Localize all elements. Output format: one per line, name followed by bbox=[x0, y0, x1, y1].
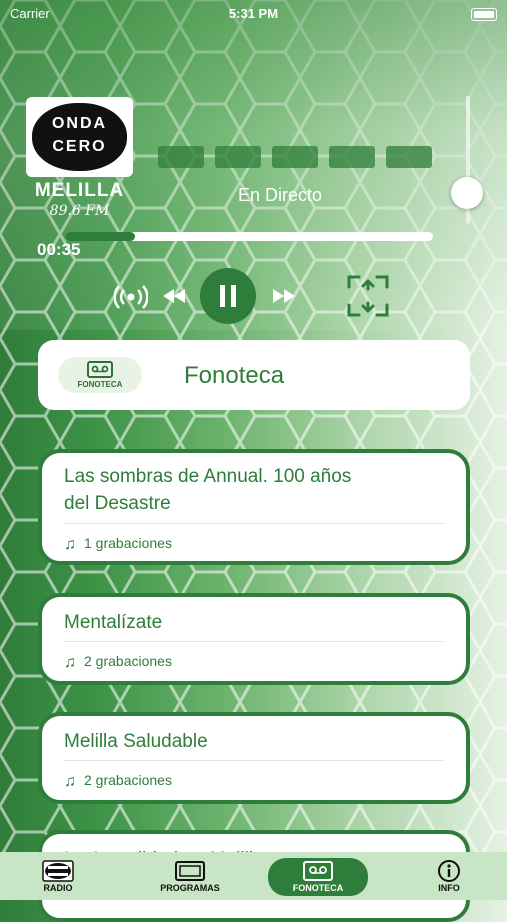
tab-label: PROGRAMAS bbox=[160, 883, 220, 893]
forward-icon[interactable] bbox=[272, 286, 296, 306]
playlist-icon: ♫ bbox=[64, 654, 76, 671]
tab-programas[interactable]: PROGRAMAS bbox=[140, 858, 240, 896]
card-count: ♫ 1 grabaciones bbox=[64, 535, 172, 554]
logo-text-top: ONDA bbox=[51, 115, 108, 132]
card-count-text: 2 grabaciones bbox=[84, 653, 172, 669]
tab-label: FONOTECA bbox=[292, 883, 344, 893]
card-count-text: 1 grabaciones bbox=[84, 535, 172, 551]
pause-button[interactable] bbox=[200, 268, 256, 324]
equalizer-bar bbox=[272, 146, 318, 168]
tab-fonoteca[interactable]: FONOTECA bbox=[268, 858, 368, 896]
card-title: Mentalízate bbox=[64, 612, 163, 633]
equalizer-bar bbox=[329, 146, 375, 168]
battery-icon bbox=[471, 8, 497, 21]
card-title-line: Las sombras de Annual. 100 años bbox=[64, 466, 352, 487]
logo-text-bottom: CERO bbox=[52, 138, 107, 155]
fonoteca-pill-label: FONOTECA bbox=[77, 380, 123, 389]
section-title: Fonoteca bbox=[184, 362, 285, 389]
card-title-line: del Desastre bbox=[64, 493, 171, 514]
card-title: Las sombras de Annual. 100 años del Desa… bbox=[64, 463, 351, 517]
tab-label: RADIO bbox=[43, 883, 73, 893]
station-logo: ONDA CERO bbox=[26, 97, 133, 177]
equalizer-bar bbox=[215, 146, 261, 168]
tab-label: INFO bbox=[438, 883, 460, 893]
info-icon bbox=[438, 860, 460, 882]
card-count-text: 2 grabaciones bbox=[84, 772, 172, 788]
section-header: FONOTECA Fonoteca bbox=[38, 340, 470, 410]
station-frequency: 89.6 FM bbox=[49, 203, 110, 219]
playlist-icon: ♫ bbox=[64, 773, 76, 790]
equalizer-bar bbox=[386, 146, 432, 168]
card-divider bbox=[64, 523, 444, 524]
card-count: ♫ 2 grabaciones bbox=[64, 772, 172, 791]
station-city: MELILLA bbox=[34, 180, 125, 201]
rewind-icon[interactable] bbox=[162, 286, 186, 306]
clock: 5:31 PM bbox=[228, 6, 279, 21]
pause-icon bbox=[220, 285, 225, 307]
playlist-icon: ♫ bbox=[64, 536, 76, 553]
program-card[interactable]: Las sombras de Annual. 100 años del Desa… bbox=[38, 449, 470, 565]
live-label: En Directo bbox=[237, 185, 323, 205]
volume-knob[interactable] bbox=[451, 177, 483, 209]
status-bar: Carrier 5:31 PM bbox=[0, 6, 507, 24]
card-divider bbox=[64, 641, 444, 642]
tab-radio[interactable]: RADIO bbox=[8, 858, 108, 896]
radio-logo-icon bbox=[42, 860, 74, 882]
progress-bar[interactable] bbox=[65, 232, 433, 241]
cassette-icon bbox=[87, 361, 113, 378]
tab-info[interactable]: INFO bbox=[399, 858, 499, 896]
pause-icon-bar bbox=[231, 285, 236, 307]
program-card[interactable]: Mentalízate ♫ 2 grabaciones bbox=[38, 593, 470, 685]
card-count: ♫ 2 grabaciones bbox=[64, 653, 172, 672]
cassette-icon bbox=[303, 861, 333, 881]
broadcast-icon[interactable] bbox=[114, 284, 148, 310]
elapsed-time: 00:35 bbox=[37, 240, 81, 259]
expand-icon[interactable] bbox=[344, 272, 392, 320]
card-divider bbox=[64, 760, 444, 761]
program-card[interactable]: Melilla Saludable ♫ 2 grabaciones bbox=[38, 712, 470, 804]
equalizer-bar bbox=[158, 146, 204, 168]
card-title: Melilla Saludable bbox=[64, 731, 208, 752]
fonoteca-pill[interactable]: FONOTECA bbox=[58, 357, 142, 393]
logo-oval: ONDA CERO bbox=[32, 103, 127, 171]
tv-icon bbox=[175, 861, 205, 881]
tab-bar: RADIO PROGRAMAS FONOTECA INFO bbox=[0, 852, 507, 900]
